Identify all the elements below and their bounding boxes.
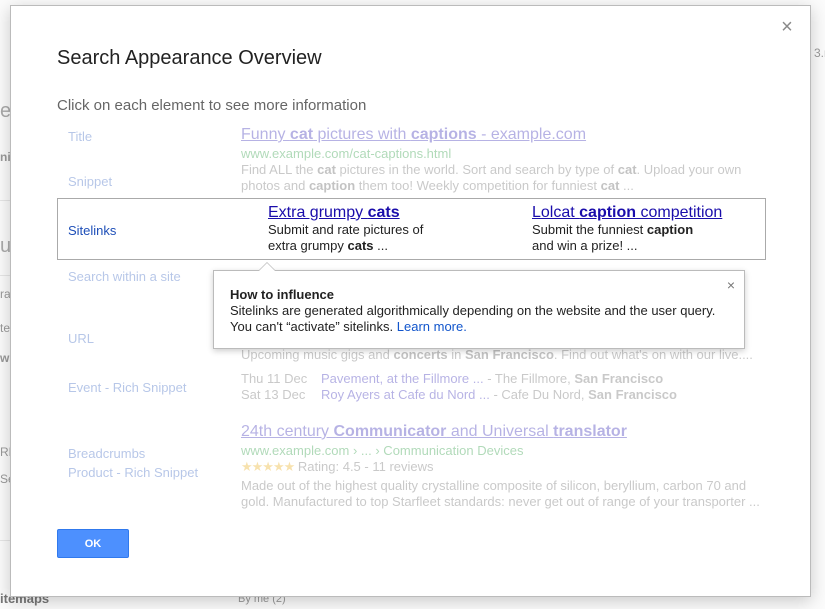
event-venue: - The Fillmore, [483, 371, 575, 386]
close-icon[interactable]: × [778, 17, 796, 37]
result-title: 24th century Communicator and Universal … [241, 424, 760, 440]
sitelink-description: Submit and rate pictures of [268, 222, 424, 237]
element-label-url[interactable]: URL [68, 331, 94, 346]
event-row: Thu 11 Dec Pavement, at the Fillmore ... … [241, 371, 753, 387]
learn-more-link[interactable]: Learn more. [397, 319, 467, 334]
bg-text-fragment: 3.n [814, 46, 825, 60]
result-title-keyword: translator [553, 423, 627, 440]
description-keyword: cats [347, 238, 374, 253]
snippet-text: photos and [241, 178, 309, 193]
search-result-2: Upcoming music gigs and concerts in San … [241, 347, 753, 403]
element-label-product-rich-snippet[interactable]: Product - Rich Snippet [68, 465, 198, 480]
snippet-text: . Find out what's on with our live.... [553, 347, 753, 362]
element-label-search-within-site[interactable]: Search within a site [68, 269, 181, 284]
snippet-text: Made out of the highest quality crystall… [241, 478, 747, 493]
description-keyword: caption [646, 222, 694, 237]
rating-stars-icon: ★★★★★ [241, 459, 295, 474]
snippet-keyword: cat [317, 162, 336, 177]
event-link[interactable]: Roy Ayers at Cafe du Nord ... [321, 387, 490, 402]
snippet-text: pictures in the world. Sort and search b… [335, 162, 618, 177]
event-city: San Francisco [574, 371, 664, 386]
event-city: San Francisco [588, 387, 677, 402]
dialog-subtitle: Click on each element to see more inform… [57, 97, 367, 114]
sitelink-title-text: Extra grumpy [268, 204, 368, 221]
bg-text-fragment: te [0, 321, 11, 335]
snippet-keyword: cat [617, 162, 637, 177]
event-row: Sat 13 Dec Roy Ayers at Cafe du Nord ... … [241, 387, 753, 403]
popup-text: Sitelinks are generated algorithmically … [230, 303, 716, 318]
snippet-text: Find ALL the [241, 162, 318, 177]
result-breadcrumb: www.example.com › ... › Communication De… [241, 443, 524, 458]
snippet-text: Upcoming music gigs and [241, 347, 394, 362]
result-snippet: Made out of the highest quality crystall… [241, 478, 760, 510]
rating-text: Rating: 4.5 - 11 reviews [297, 459, 434, 474]
snippet-text: them too! Weekly competition for funnies… [355, 178, 601, 193]
popup-pointer [258, 262, 276, 271]
sitelink-title-text: Lolcat [532, 204, 580, 221]
sitelink-description: extra grumpy cats ... [268, 238, 468, 254]
ok-button[interactable]: OK [57, 529, 129, 558]
how-to-influence-popup: × How to influence Sitelinks are generat… [213, 262, 745, 349]
result-title-keyword: cat [289, 126, 314, 143]
snippet-keyword: cat [600, 178, 620, 193]
result-title-keyword: Communicator [333, 423, 447, 440]
event-link[interactable]: Pavement, at the Fillmore ... [321, 371, 484, 386]
snippet-keyword: San Francisco [465, 347, 554, 362]
sitelink-description: Submit the funniest caption [532, 222, 732, 238]
element-label-snippet[interactable]: Snippet [68, 174, 112, 189]
popup-close-icon[interactable]: × [727, 277, 735, 293]
sitelink-description: and win a prize! ... [532, 238, 638, 253]
sitelink-item: Lolcat caption competition Submit the fu… [532, 204, 732, 254]
search-appearance-dialog: × Search Appearance Overview Click on ea… [10, 5, 811, 597]
result-title-keyword: captions [410, 126, 477, 143]
snippet-keyword: concerts [393, 347, 448, 362]
sitelink-title[interactable]: Extra grumpy cats [268, 204, 468, 222]
result-title-text: Funny [241, 126, 290, 143]
snippet-text: ... [619, 178, 634, 193]
element-label-event-rich-snippet[interactable]: Event - Rich Snippet [68, 380, 187, 395]
snippet-text: in [447, 347, 466, 362]
result-snippet: Find ALL the cat pictures in the world. … [241, 162, 741, 194]
popup-heading: How to influence [230, 287, 334, 302]
sitelink-title-text: competition [636, 204, 723, 221]
element-label-breadcrumbs[interactable]: Breadcrumbs [68, 446, 145, 461]
result-rating: ★★★★★ Rating: 4.5 - 11 reviews [241, 459, 760, 475]
result-url: www.example.com/cat-captions.html [241, 146, 452, 161]
event-venue: - Cafe Du Nord, [489, 387, 589, 402]
event-date: Thu 11 Dec [241, 371, 308, 386]
element-label-title[interactable]: Title [68, 129, 92, 144]
description-text: ... [373, 238, 388, 253]
snippet-text: gold. Manufactured to top Starfleet stan… [241, 494, 760, 509]
result-title-text: and Universal [446, 423, 554, 440]
description-text: extra grumpy [268, 238, 348, 253]
sitelinks-highlight-box[interactable]: Sitelinks Extra grumpy cats Submit and r… [57, 198, 766, 260]
result-title: Funny cat pictures with captions - examp… [241, 127, 741, 143]
search-result-3: 24th century Communicator and Universal … [241, 424, 760, 510]
event-date: Sat 13 Dec [241, 387, 306, 402]
result-title-text: pictures with [313, 126, 411, 143]
search-result-1: Funny cat pictures with captions - examp… [241, 127, 741, 194]
result-title-text: 24th century [241, 423, 334, 440]
snippet-keyword: caption [308, 178, 356, 193]
sitelink-item: Extra grumpy cats Submit and rate pictur… [268, 204, 468, 254]
popup-body: Sitelinks are generated algorithmically … [230, 303, 730, 335]
popup-text: You can't “activate” sitelinks. [230, 319, 394, 334]
result-snippet: Upcoming music gigs and concerts in San … [241, 347, 753, 363]
sitelink-title-keyword: cats [367, 204, 400, 221]
dialog-title: Search Appearance Overview [57, 47, 322, 69]
sitelink-title[interactable]: Lolcat caption competition [532, 204, 732, 222]
element-label-sitelinks[interactable]: Sitelinks [68, 223, 116, 238]
result-title-text: - example.com [476, 126, 587, 143]
sitelink-title-keyword: caption [579, 204, 637, 221]
description-text: Submit the funniest [532, 222, 647, 237]
snippet-text: . Upload your own [636, 162, 742, 177]
